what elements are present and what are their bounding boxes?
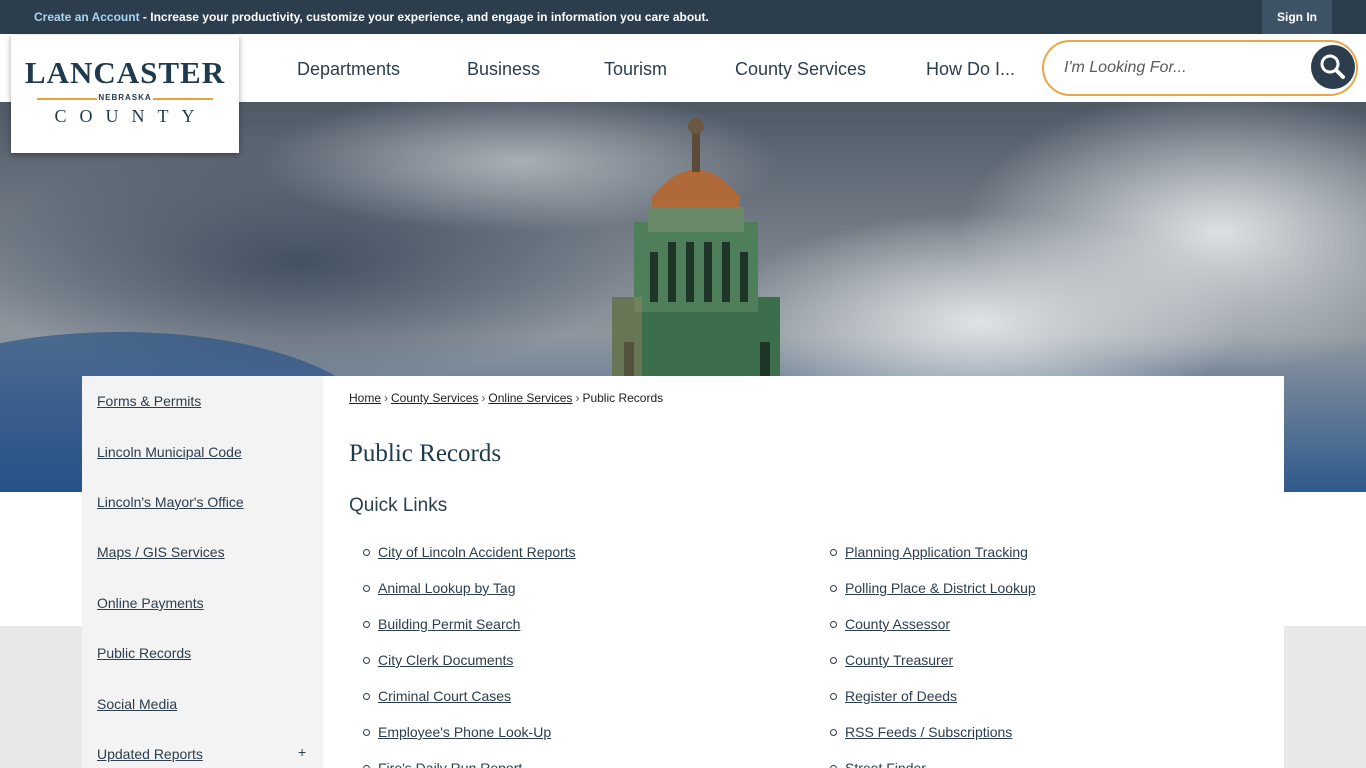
quick-link[interactable]: City of Lincoln Accident Reports (378, 544, 576, 560)
bullet-icon (830, 657, 837, 664)
breadcrumb: Home › County Services › Online Services › Pub… (349, 391, 663, 405)
breadcrumb-county-services[interactable]: County Services (391, 391, 478, 405)
sidebar-item-mayors-office[interactable]: Lincoln's Mayor's Office (97, 494, 244, 510)
county-logo[interactable]: LANCASTER NEBRASKA COUNTY (11, 35, 239, 153)
search-button[interactable] (1311, 45, 1355, 89)
nav-county-services[interactable]: County Services (735, 59, 866, 80)
breadcrumb-home[interactable]: Home (349, 391, 381, 405)
main-content: Home › County Services › Online Services › Pub… (323, 376, 1284, 768)
quick-link[interactable]: Polling Place & District Lookup (845, 580, 1036, 596)
expand-icon[interactable]: + (298, 744, 306, 760)
logo-lancaster: LANCASTER (24, 55, 226, 90)
bullet-icon (363, 729, 370, 736)
nav-tourism[interactable]: Tourism (604, 59, 667, 80)
sidebar-item-municipal-code[interactable]: Lincoln Municipal Code (97, 444, 242, 460)
bullet-icon (363, 657, 370, 664)
search-input[interactable] (1064, 56, 1294, 80)
bullet-icon (830, 621, 837, 628)
bullet-icon (363, 621, 370, 628)
bullet-icon (363, 585, 370, 592)
sidebar-item-public-records[interactable]: Public Records (97, 645, 191, 661)
quick-links-heading: Quick Links (349, 495, 448, 516)
quick-link[interactable]: City Clerk Documents (378, 652, 513, 668)
quick-link[interactable]: Register of Deeds (845, 688, 957, 704)
quick-link[interactable]: Street Finder (845, 760, 926, 768)
page-title: Public Records (349, 440, 502, 467)
logo-county: COUNTY (54, 106, 208, 126)
quick-link[interactable]: RSS Feeds / Subscriptions (845, 724, 1012, 740)
sidebar-item-maps-gis[interactable]: Maps / GIS Services (97, 544, 225, 560)
bullet-icon (830, 693, 837, 700)
bullet-icon (830, 729, 837, 736)
create-account-link[interactable]: Create an Account (34, 10, 140, 24)
nav-business[interactable]: Business (467, 59, 540, 80)
site-search (1042, 40, 1358, 96)
secondary-nav: Forms & Permits Lincoln Municipal Code L… (82, 376, 323, 768)
quick-link[interactable]: Planning Application Tracking (845, 544, 1028, 560)
sidebar-item-updated-reports[interactable]: Updated Reports (97, 746, 203, 762)
sidebar-item-forms-permits[interactable]: Forms & Permits (97, 393, 201, 409)
quick-link[interactable]: County Assessor (845, 616, 950, 632)
breadcrumb-online-services[interactable]: Online Services (488, 391, 572, 405)
quick-link[interactable]: County Treasurer (845, 652, 953, 668)
sidebar-item-online-payments[interactable]: Online Payments (97, 595, 204, 611)
breadcrumb-separator: › (575, 391, 580, 405)
bullet-icon (830, 549, 837, 556)
bullet-icon (363, 693, 370, 700)
sidebar-item-social-media[interactable]: Social Media (97, 696, 177, 712)
bullet-icon (830, 585, 837, 592)
sign-in-button[interactable]: Sign In (1262, 0, 1332, 34)
logo-nebraska: NEBRASKA (11, 92, 239, 104)
nav-departments[interactable]: Departments (297, 59, 400, 80)
quick-link[interactable]: Fire's Daily Run Report (378, 760, 522, 768)
bullet-icon (363, 549, 370, 556)
quick-link[interactable]: Animal Lookup by Tag (378, 580, 516, 596)
nav-how-do-i[interactable]: How Do I... (926, 59, 1015, 80)
quick-link[interactable]: Building Permit Search (378, 616, 520, 632)
quick-link[interactable]: Criminal Court Cases (378, 688, 511, 704)
search-icon (1320, 54, 1345, 79)
account-promo-text: - Increase your productivity, customize … (139, 10, 709, 24)
breadcrumb-current: Public Records (582, 391, 664, 405)
quick-link[interactable]: Employee's Phone Look-Up (378, 724, 551, 740)
breadcrumb-separator: › (384, 391, 389, 405)
account-promo: Create an Account - Increase your produc… (34, 10, 709, 24)
top-bar: Create an Account - Increase your produc… (0, 0, 1366, 34)
breadcrumb-separator: › (481, 391, 486, 405)
